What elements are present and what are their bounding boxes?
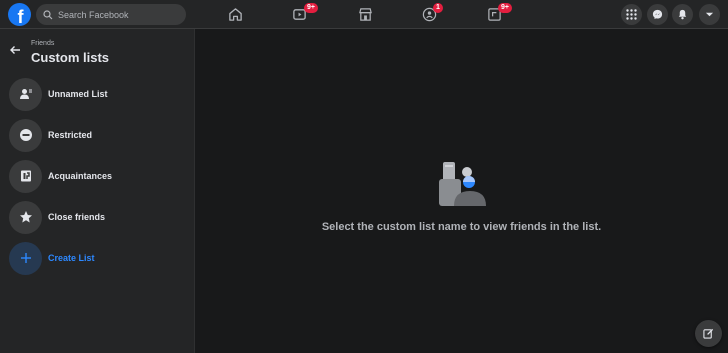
back-arrow-icon[interactable] [8, 43, 22, 57]
list-item-acquaintances[interactable]: Acquaintances [0, 157, 195, 195]
person-list-icon [19, 89, 32, 99]
compose-icon [703, 328, 714, 339]
list-item-icon-wrap [9, 77, 42, 111]
tab-marketplace[interactable] [345, 0, 385, 29]
create-list-button[interactable]: Create List [0, 239, 195, 277]
list-item-label: Close friends [48, 212, 106, 222]
search-input[interactable] [58, 9, 178, 20]
list-item-unnamed-list[interactable]: Unnamed List [0, 75, 195, 113]
restricted-icon [19, 129, 32, 141]
menu-button[interactable] [621, 4, 642, 25]
empty-state-message: Select the custom list name to view frie… [321, 221, 602, 233]
chevron-down-icon [705, 12, 714, 17]
marketplace-icon [358, 8, 372, 21]
list-item-icon-wrap [9, 241, 42, 275]
friends-list-illustration [439, 162, 486, 206]
list-item-close-friends[interactable]: Close friends [0, 198, 195, 236]
plus-icon [20, 253, 31, 263]
search-icon [43, 9, 53, 19]
home-icon [228, 8, 242, 21]
search-box[interactable] [36, 4, 186, 25]
new-message-button[interactable] [695, 320, 722, 347]
main-content: Select the custom list name to view frie… [195, 29, 728, 353]
tab-watch[interactable]: 9+ [279, 0, 319, 29]
tab-home[interactable] [215, 0, 255, 29]
watch-badge: 9+ [304, 3, 318, 13]
account-menu-button[interactable] [699, 4, 720, 25]
top-navigation-bar: f 9+ 1 9+ [0, 0, 728, 29]
gaming-badge: 9+ [498, 3, 512, 13]
messenger-button[interactable] [647, 4, 668, 25]
groups-badge: 1 [433, 3, 443, 13]
acquaintances-icon [20, 170, 31, 182]
tab-groups[interactable]: 1 [409, 0, 449, 29]
list-item-icon-wrap [9, 200, 42, 234]
facebook-logo[interactable]: f [8, 3, 31, 26]
notifications-button[interactable] [672, 4, 693, 25]
list-item-restricted[interactable]: Restricted [0, 116, 195, 154]
list-item-icon-wrap [9, 159, 42, 193]
page-title: Custom lists [31, 50, 110, 65]
sidebar: Friends Custom lists Unnamed List Restri… [0, 29, 195, 353]
grid-menu-icon [626, 9, 637, 20]
messenger-icon [652, 9, 663, 20]
create-list-label: Create List [48, 253, 95, 263]
list-item-label: Restricted [48, 130, 93, 140]
list-item-label: Unnamed List [48, 89, 108, 99]
bell-icon [678, 9, 687, 20]
list-item-label: Acquaintances [48, 171, 113, 181]
breadcrumb[interactable]: Friends [31, 40, 54, 47]
logo-letter: f [17, 6, 24, 27]
tab-gaming[interactable]: 9+ [474, 0, 514, 29]
star-icon [19, 211, 32, 223]
list-item-icon-wrap [9, 118, 42, 152]
